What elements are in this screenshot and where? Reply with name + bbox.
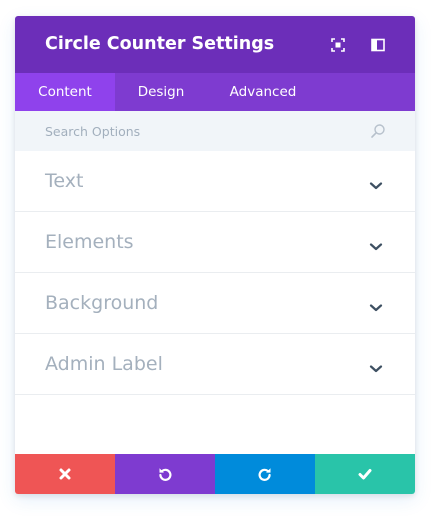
search-bar (15, 111, 415, 151)
redo-icon (258, 468, 271, 481)
toggle-elements[interactable]: Elements (15, 212, 415, 273)
undo-icon (159, 468, 172, 481)
toggle-label: Background (45, 292, 159, 314)
toggle-label: Text (45, 170, 84, 192)
settings-modal: Circle Counter Settings Content Design A… (15, 16, 415, 494)
chevron-down-icon (369, 298, 383, 312)
checkmark-icon (358, 469, 372, 480)
chevron-down-icon (369, 176, 383, 190)
tab-design[interactable]: Design (115, 73, 207, 111)
close-icon (59, 468, 71, 480)
toggle-label: Elements (45, 231, 134, 253)
search-icon[interactable] (370, 123, 386, 139)
toggle-text[interactable]: Text (15, 151, 415, 212)
sidebar-dock-icon[interactable] (371, 38, 385, 52)
modal-footer (15, 454, 415, 494)
search-input[interactable] (45, 111, 365, 151)
undo-button[interactable] (115, 454, 215, 494)
option-toggles: Text Elements Background Admin Label (15, 151, 415, 395)
discard-button[interactable] (15, 454, 115, 494)
modal-title: Circle Counter Settings (45, 34, 275, 54)
save-button[interactable] (315, 454, 415, 494)
toggle-background[interactable]: Background (15, 273, 415, 334)
modal-header: Circle Counter Settings (15, 16, 415, 73)
chevron-down-icon (369, 237, 383, 251)
tab-advanced[interactable]: Advanced (211, 73, 315, 111)
chevron-down-icon (369, 359, 383, 373)
settings-tabs: Content Design Advanced (15, 73, 415, 111)
tab-content[interactable]: Content (15, 73, 115, 111)
toggle-admin-label[interactable]: Admin Label (15, 334, 415, 395)
fullscreen-icon[interactable] (331, 38, 345, 52)
toggle-label: Admin Label (45, 353, 163, 375)
redo-button[interactable] (215, 454, 315, 494)
